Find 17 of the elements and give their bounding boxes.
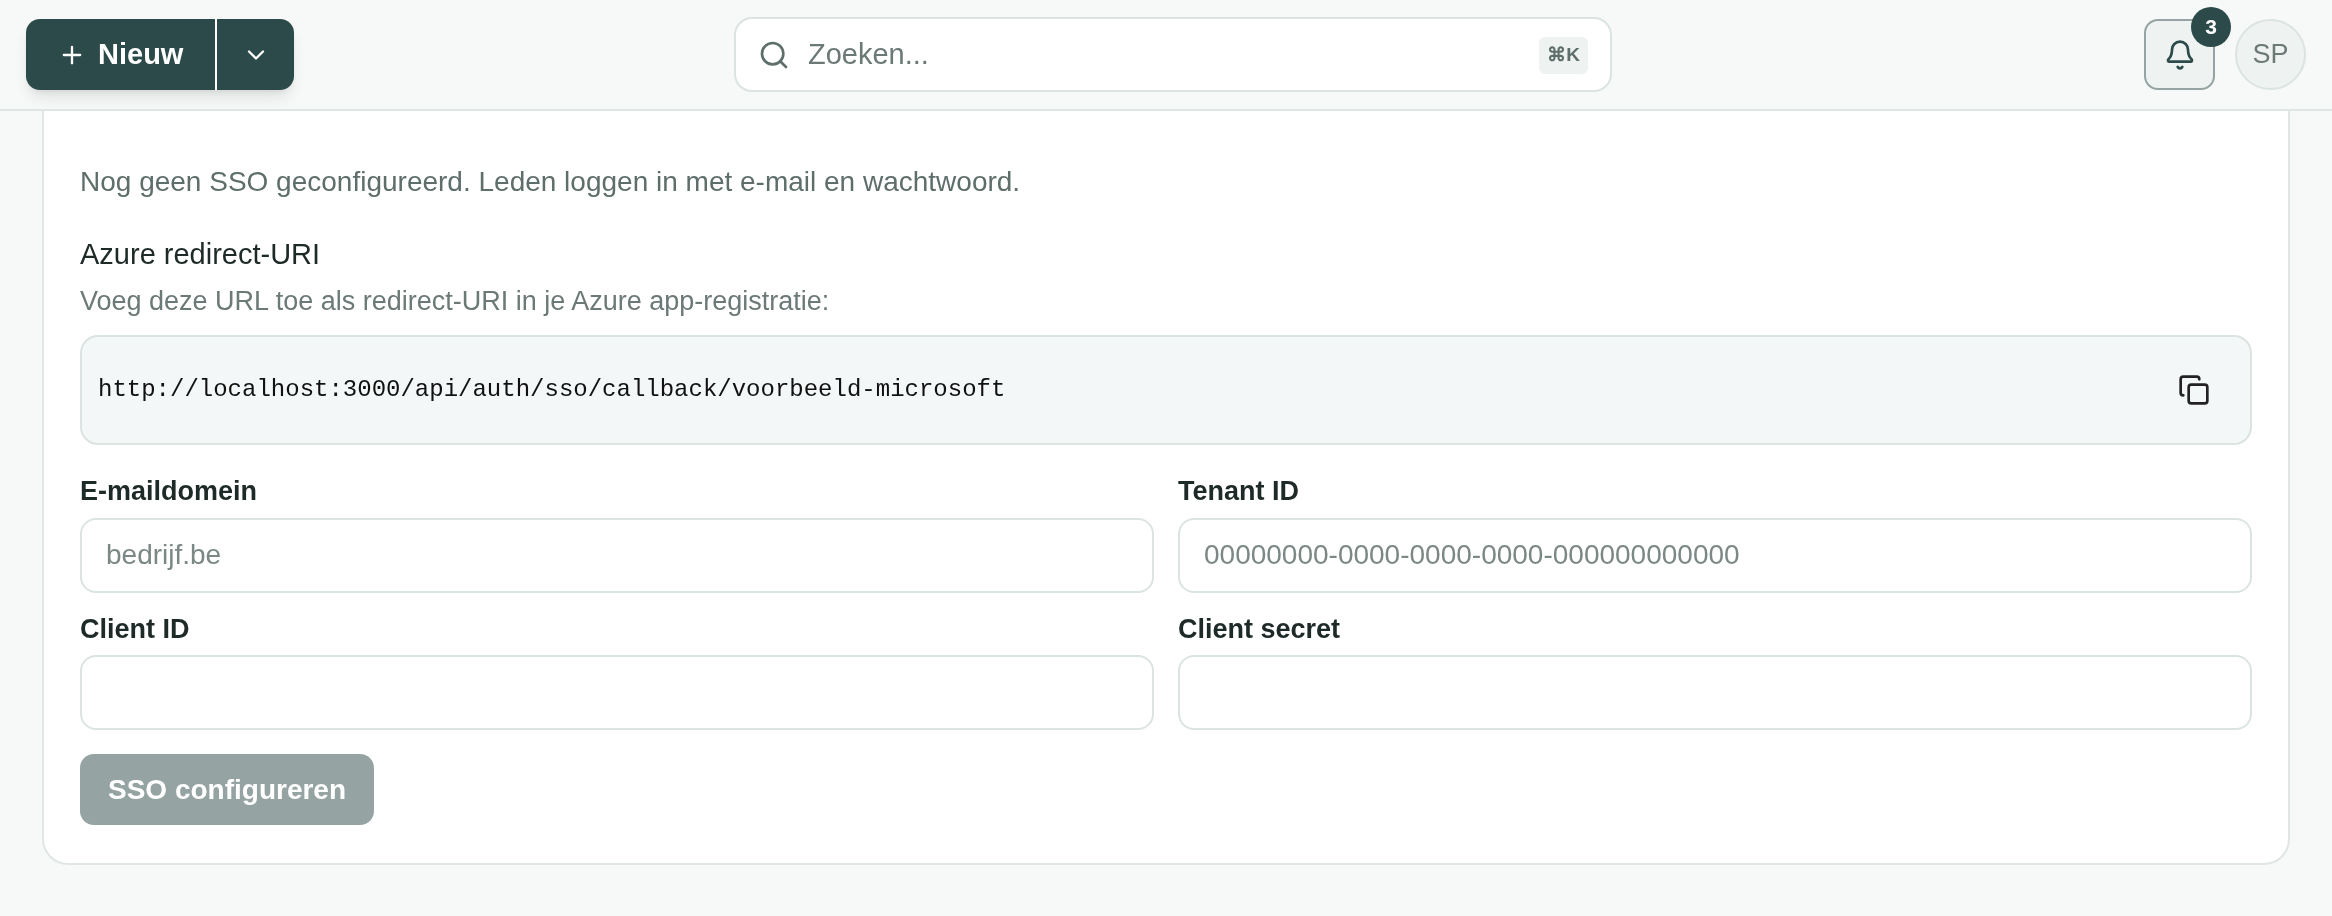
field-label: E-maildomein (80, 475, 259, 508)
field-label: Tenant ID (1178, 475, 1300, 508)
redirect-uri-title: Azure redirect-URI (80, 237, 322, 272)
input-field[interactable]: bedrijf.be (80, 517, 1154, 593)
input-field[interactable] (1178, 655, 2252, 730)
redirect-uri-description: Voeg deze URL toe als redirect-URI in je Azure app-registratie: (80, 284, 831, 318)
input-field[interactable]: 00000000-0000-0000-0000-000000000000 (1178, 517, 2252, 593)
user-avatar[interactable]: SP (2235, 19, 2306, 90)
sso-status-text: Nog geen SSO geconfigureerd. Leden loggen in met e-mail en wachtwoord. (80, 165, 1022, 199)
copy-icon (2178, 374, 2210, 406)
input-field[interactable] (80, 655, 1154, 730)
search-icon (758, 39, 790, 71)
shortcut-hint: ⌘K (1539, 37, 1588, 74)
redirect-uri: http://localhost:3000/api/auth/sso/callback/voorbeeld-microsoft (98, 375, 1006, 405)
field-label: Client ID (80, 612, 191, 646)
notification-count: 3 (2191, 7, 2231, 47)
field-label: Client secret (1178, 612, 1342, 646)
